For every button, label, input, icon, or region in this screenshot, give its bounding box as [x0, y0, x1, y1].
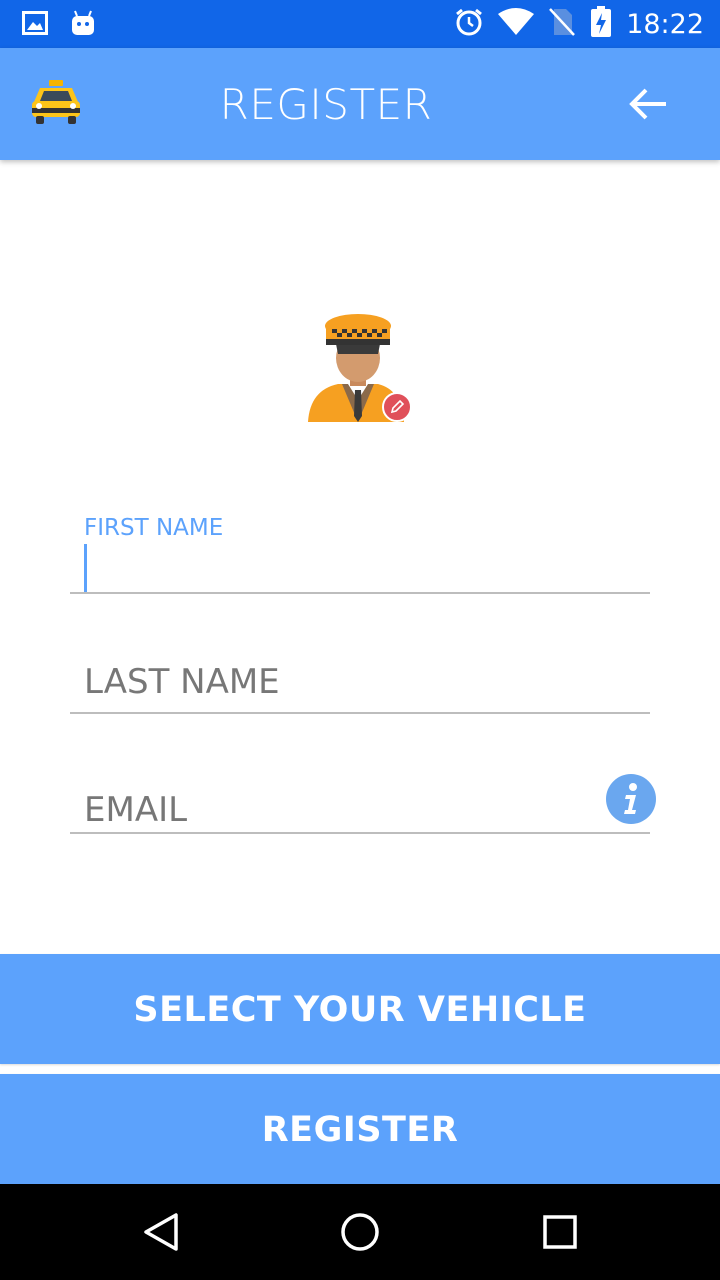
- last-name-underline: [70, 712, 650, 714]
- status-time: 18:22: [626, 9, 704, 40]
- email-field[interactable]: EMAIL: [70, 784, 650, 836]
- last-name-field[interactable]: LAST NAME: [70, 656, 650, 716]
- back-button[interactable]: [622, 78, 674, 130]
- status-bar: 18:22: [0, 0, 720, 48]
- email-info-button[interactable]: [606, 774, 656, 824]
- first-name-label: FIRST NAME: [84, 515, 224, 541]
- text-cursor: [84, 544, 87, 592]
- app-bar: REGISTER: [0, 48, 720, 160]
- first-name-underline: [70, 592, 650, 594]
- alarm-icon: [454, 7, 484, 42]
- android-icon: [70, 10, 96, 41]
- last-name-placeholder: LAST NAME: [84, 662, 280, 702]
- nav-home-icon[interactable]: [336, 1208, 384, 1256]
- register-button[interactable]: REGISTER: [0, 1074, 720, 1184]
- first-name-field[interactable]: FIRST NAME: [70, 512, 650, 594]
- info-icon: [606, 774, 656, 824]
- pencil-icon[interactable]: [382, 392, 412, 427]
- page-title: REGISTER: [219, 80, 433, 129]
- select-vehicle-button[interactable]: SELECT YOUR VEHICLE: [0, 954, 720, 1064]
- no-sim-icon: [548, 7, 576, 42]
- profile-avatar[interactable]: [298, 304, 418, 428]
- image-icon: [22, 11, 48, 40]
- email-underline: [70, 832, 650, 834]
- nav-back-icon[interactable]: [136, 1208, 184, 1256]
- wifi-icon: [498, 8, 535, 41]
- navigation-bar: [0, 1184, 720, 1280]
- email-placeholder: EMAIL: [84, 790, 188, 830]
- battery-charging-icon: [590, 6, 612, 43]
- nav-recents-icon[interactable]: [536, 1208, 584, 1256]
- arrow-left-icon: [629, 88, 666, 120]
